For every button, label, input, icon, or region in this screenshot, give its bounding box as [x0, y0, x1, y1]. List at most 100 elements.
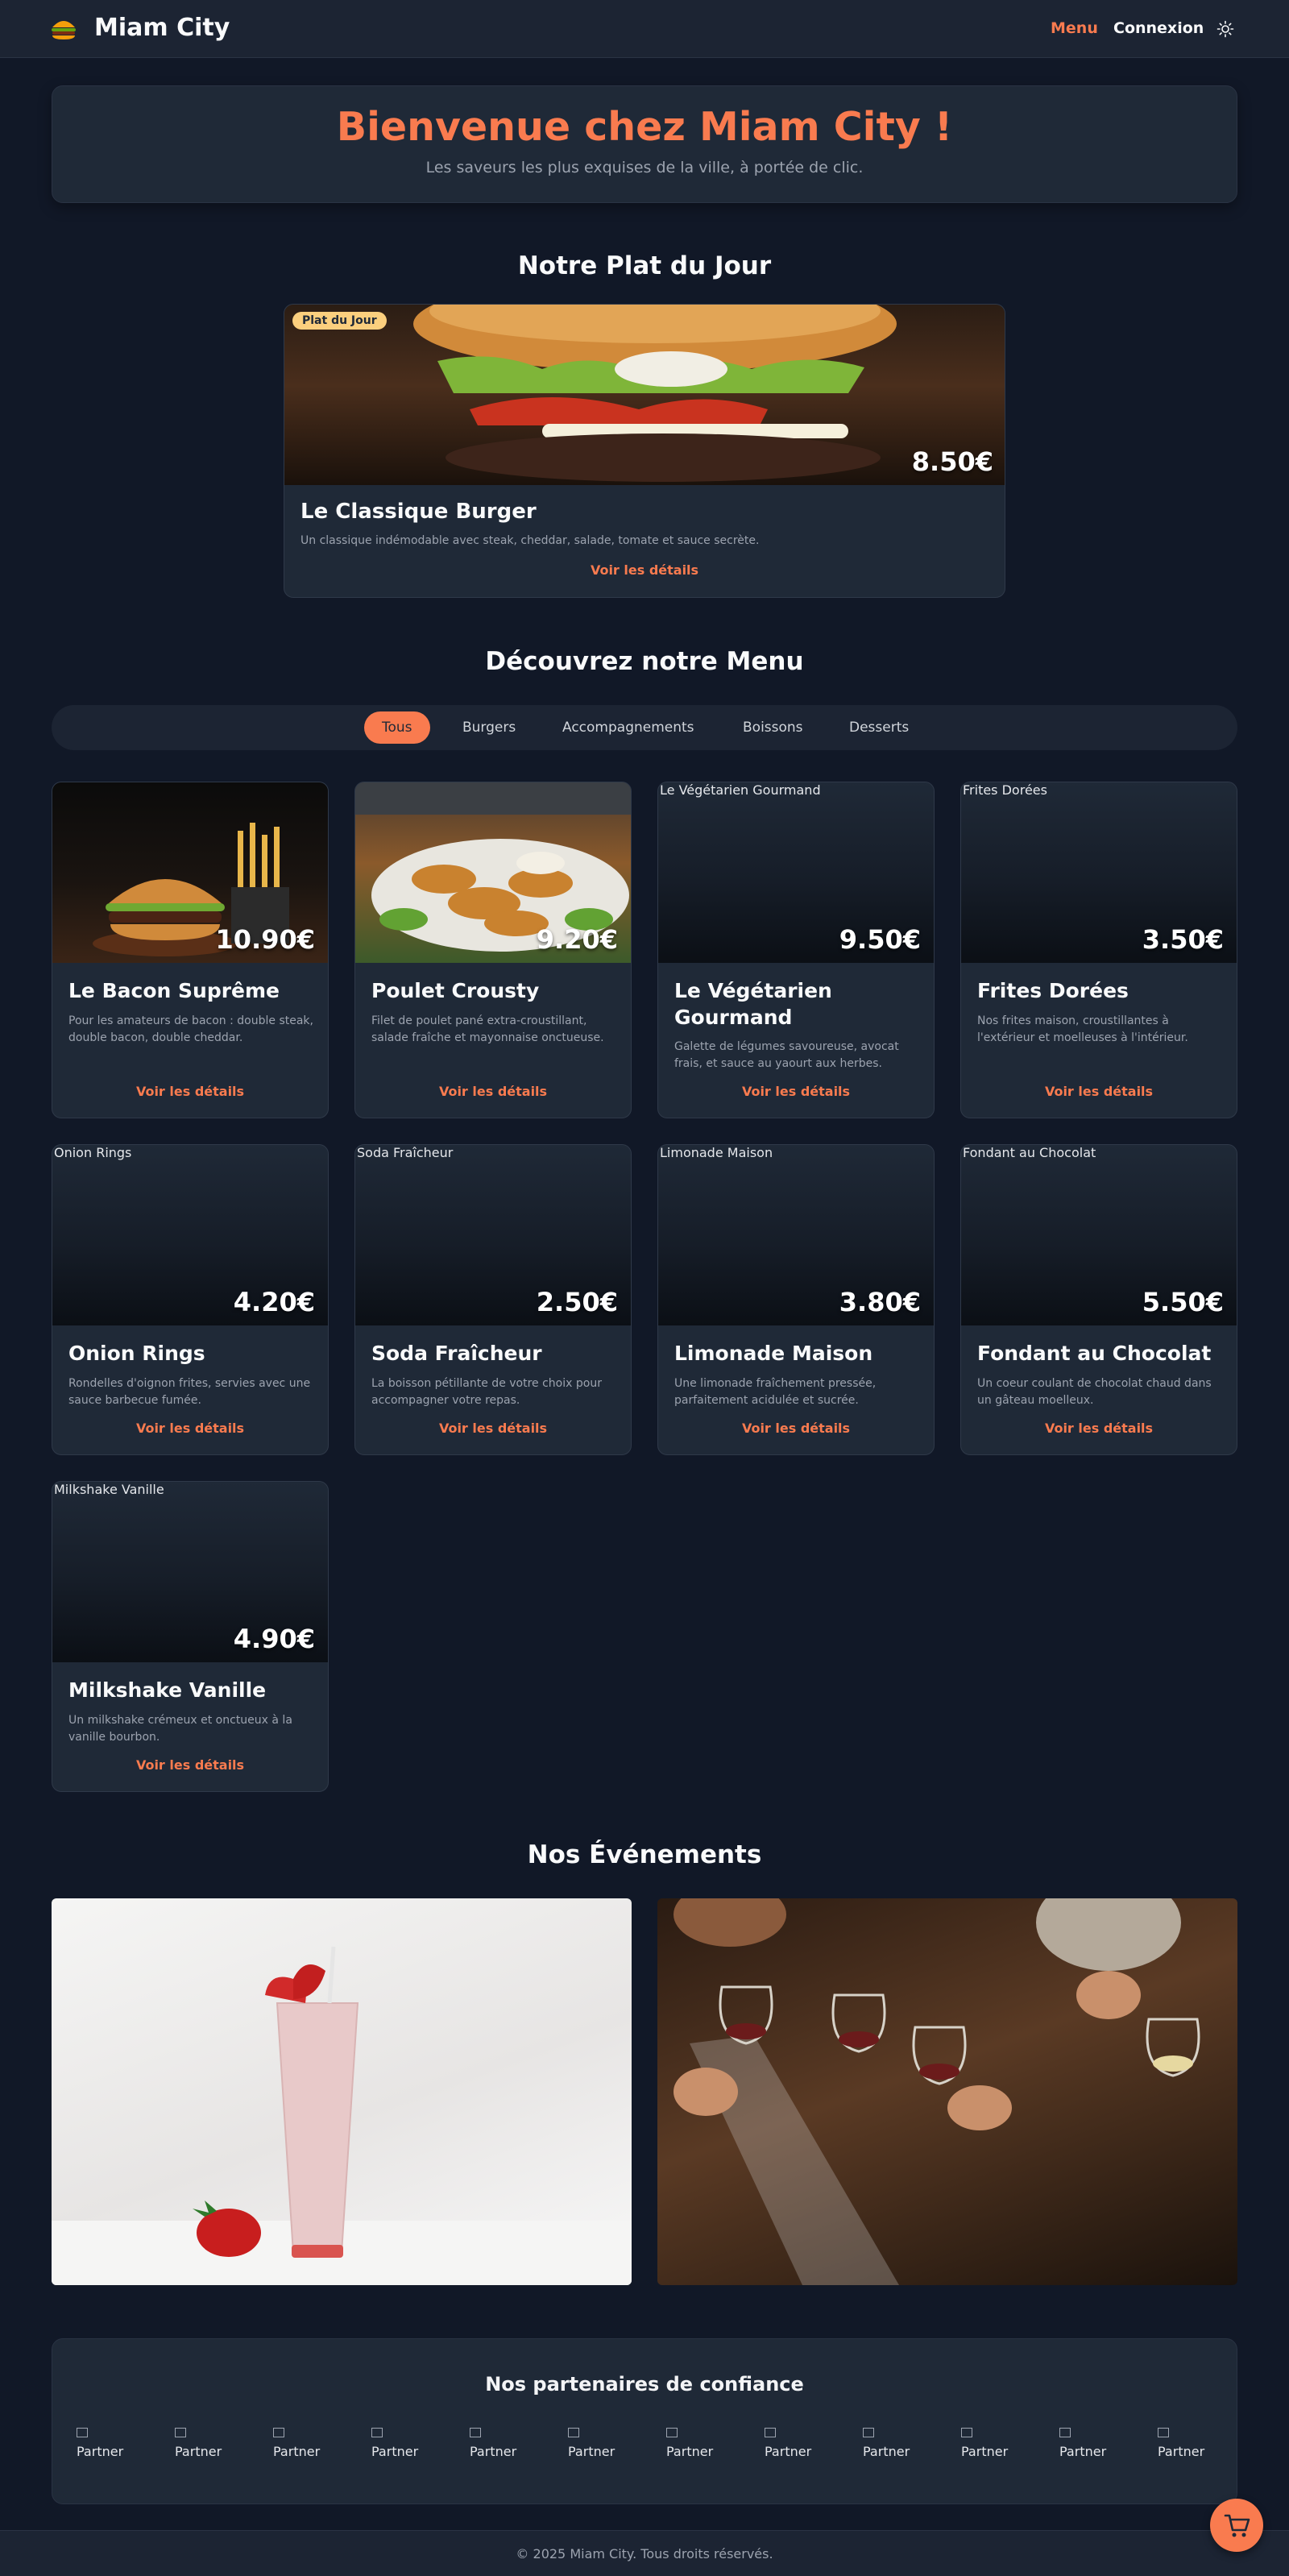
filter-accompagnements[interactable]: Accompagnements [545, 711, 712, 744]
footer-copyright: © 2025 Miam City. Tous droits réservés. [516, 2546, 773, 2561]
menu-item-name: Le Bacon Suprême [68, 979, 280, 1002]
menu-item-price: 3.80€ [839, 1287, 921, 1317]
dish-of-day-card[interactable]: Plat du Jour 8.50€ Le Classique Burger U… [284, 304, 1005, 598]
menu-item-description: Nos frites maison, croustillantes à l'ex… [977, 1014, 1188, 1044]
partners-heading: Nos partenaires de confiance [485, 2373, 804, 2396]
menu-item-description: La boisson pétillante de votre choix pou… [371, 1377, 602, 1407]
partner-logo[interactable]: Partner [666, 2428, 731, 2460]
menu-item-card[interactable]: 10.90€ Le Bacon Suprême Pour les amateur… [52, 782, 329, 1118]
filter-tous[interactable]: Tous [364, 711, 430, 744]
menu-item-price: 9.20€ [536, 924, 618, 955]
menu-item-name: Onion Rings [68, 1342, 205, 1365]
menu-item-card[interactable]: Fondant au Chocolat 5.50€ Fondant au Cho… [960, 1144, 1237, 1455]
menu-item-details-link[interactable]: Voir les détails [658, 1084, 934, 1099]
partner-logo[interactable]: Partner [568, 2428, 632, 2460]
filter-desserts[interactable]: Desserts [831, 711, 926, 744]
partner-label: Partner [863, 2444, 910, 2459]
partner-label: Partner [765, 2444, 812, 2459]
event-image-milkshake[interactable] [52, 1898, 632, 2285]
partner-label: Partner [470, 2444, 517, 2459]
partner-logo[interactable]: Partner [470, 2428, 534, 2460]
menu-item-card[interactable]: Le Végétarien Gourmand 9.50€ Le Végétari… [657, 782, 935, 1118]
wine-toast-illustration [674, 1898, 1200, 2285]
partner-label: Partner [1158, 2444, 1205, 2459]
menu-item-details-link[interactable]: Voir les détails [961, 1421, 1237, 1436]
partner-logo[interactable]: Partner [1059, 2428, 1124, 2460]
events-heading: Nos Événements [527, 1840, 762, 1869]
menu-item-description: Un coeur coulant de chocolat chaud dans … [977, 1377, 1212, 1407]
partner-logo[interactable]: Partner [273, 2428, 338, 2460]
menu-item-details-link[interactable]: Voir les détails [52, 1757, 328, 1773]
event-image-wine-toast[interactable] [657, 1898, 1237, 2285]
partner-logo[interactable]: Partner [371, 2428, 436, 2460]
menu-item-card[interactable]: Onion Rings 4.20€ Onion Rings Rondelles … [52, 1144, 329, 1455]
filter-burgers[interactable]: Burgers [445, 711, 533, 744]
broken-image-icon [470, 2428, 481, 2437]
broken-image-alt: Soda Fraîcheur [357, 1145, 454, 1160]
menu-item-card[interactable]: 9.20€ Poulet Crousty Filet de poulet pan… [354, 782, 632, 1118]
menu-item-price: 3.50€ [1142, 924, 1224, 955]
menu-item-price: 10.90€ [215, 924, 315, 955]
dish-of-day-price: 8.50€ [911, 446, 993, 477]
menu-item-description: Rondelles d'oignon frites, servies avec … [68, 1377, 311, 1407]
partner-label: Partner [568, 2444, 615, 2459]
menu-item-card[interactable]: Limonade Maison 3.80€ Limonade Maison Un… [657, 1144, 935, 1455]
broken-image-icon [863, 2428, 874, 2437]
nav-link-login[interactable]: Connexion [1113, 19, 1204, 37]
dish-of-day-name: Le Classique Burger [300, 500, 537, 524]
filter-boissons[interactable]: Boissons [725, 711, 821, 744]
partner-label: Partner [175, 2444, 222, 2459]
dish-of-day-details-link[interactable]: Voir les détails [284, 562, 1005, 578]
brand-name[interactable]: Miam City [94, 14, 230, 42]
menu-item-price: 4.20€ [233, 1287, 315, 1317]
partner-logo[interactable]: Partner [863, 2428, 927, 2460]
broken-image-icon [765, 2428, 776, 2437]
menu-item-name: Milkshake Vanille [68, 1678, 267, 1702]
partner-logo[interactable]: Partner [1158, 2428, 1221, 2460]
nav-link-menu[interactable]: Menu [1051, 19, 1098, 37]
partner-label: Partner [371, 2444, 419, 2459]
broken-image-icon [1158, 2428, 1169, 2437]
menu-item-card[interactable]: Milkshake Vanille 4.90€ Milkshake Vanill… [52, 1481, 329, 1792]
broken-image-icon [961, 2428, 972, 2437]
menu-item-card[interactable]: Soda Fraîcheur 2.50€ Soda Fraîcheur La b… [354, 1144, 632, 1455]
menu-item-description: Un milkshake crémeux et onctueux à la va… [68, 1714, 292, 1744]
menu-item-details-link[interactable]: Voir les détails [961, 1084, 1237, 1099]
dish-of-day-description: Un classique indémodable avec steak, che… [300, 534, 760, 547]
partner-label: Partner [666, 2444, 714, 2459]
menu-item-details-link[interactable]: Voir les détails [355, 1421, 631, 1436]
broken-image-icon [568, 2428, 579, 2437]
partners-section: Nos partenaires de confiance Partner Par… [52, 2338, 1237, 2504]
partner-logo[interactable]: Partner [961, 2428, 1026, 2460]
cart-icon [1224, 2514, 1250, 2537]
partner-logo[interactable]: Partner [175, 2428, 239, 2460]
menu-item-details-link[interactable]: Voir les détails [52, 1084, 328, 1099]
burger-illustration [413, 305, 897, 482]
menu-item-name: Soda Fraîcheur [371, 1342, 542, 1365]
menu-item-name: Poulet Crousty [371, 979, 540, 1002]
broken-image-alt: Limonade Maison [660, 1145, 773, 1160]
menu-item-price: 2.50€ [536, 1287, 618, 1317]
hero-title: Bienvenue chez Miam City ! [336, 104, 953, 150]
menu-item-details-link[interactable]: Voir les détails [355, 1084, 631, 1099]
menu-item-name: Frites Dorées [977, 979, 1129, 1002]
broken-image-alt: Onion Rings [54, 1145, 132, 1160]
burger-icon[interactable] [50, 18, 77, 40]
partner-logo[interactable]: Partner [77, 2428, 141, 2460]
hero-banner: Bienvenue chez Miam City ! Les saveurs l… [52, 85, 1237, 203]
menu-item-name: Fondant au Chocolat [977, 1342, 1212, 1365]
menu-item-card[interactable]: Frites Dorées 3.50€ Frites Dorées Nos fr… [960, 782, 1237, 1118]
menu-item-details-link[interactable]: Voir les détails [658, 1421, 934, 1436]
menu-item-name: Le Végétarien Gourmand [674, 979, 832, 1029]
broken-image-icon [175, 2428, 186, 2437]
sun-icon[interactable] [1216, 20, 1234, 38]
menu-item-name: Limonade Maison [674, 1342, 873, 1365]
broken-image-alt: Milkshake Vanille [54, 1482, 164, 1497]
menu-item-details-link[interactable]: Voir les détails [52, 1421, 328, 1436]
hero-subtitle: Les saveurs les plus exquises de la vill… [425, 159, 864, 176]
partner-label: Partner [77, 2444, 124, 2459]
footer: © 2025 Miam City. Tous droits réservés. [0, 2530, 1289, 2576]
partner-logo[interactable]: Partner [765, 2428, 829, 2460]
cart-button[interactable] [1210, 2499, 1263, 2552]
broken-image-icon [1059, 2428, 1071, 2437]
